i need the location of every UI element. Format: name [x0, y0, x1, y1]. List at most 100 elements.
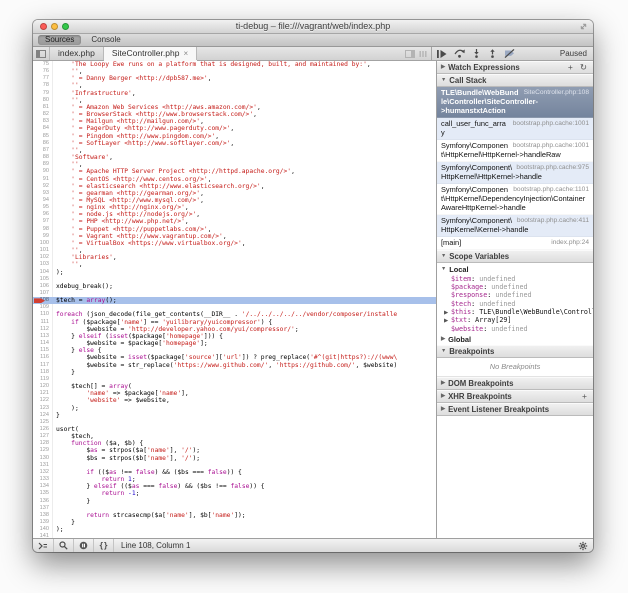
- code-line-103[interactable]: 103 '',: [33, 261, 436, 268]
- line-number-gutter[interactable]: 117: [33, 362, 53, 369]
- code-line-91[interactable]: 91 ' = CentOS <http://www.centos.org/>',: [33, 176, 436, 183]
- code-line-124[interactable]: 124}: [33, 412, 436, 419]
- code-line-88[interactable]: 88 'Software',: [33, 154, 436, 161]
- code-line-76[interactable]: 76 '',: [33, 68, 436, 75]
- step-into-button[interactable]: [472, 49, 481, 58]
- code-line-92[interactable]: 92 ' = elasticsearch <http://www.elastic…: [33, 183, 436, 190]
- code-line-109[interactable]: 109: [33, 304, 436, 311]
- window-resize-icon[interactable]: [579, 22, 588, 31]
- code-line-136[interactable]: 136 }: [33, 498, 436, 505]
- line-number-gutter[interactable]: 126: [33, 426, 53, 433]
- code-line-118[interactable]: 118 }: [33, 369, 436, 376]
- line-number-gutter[interactable]: 85: [33, 133, 53, 140]
- line-number-gutter[interactable]: 94: [33, 197, 53, 204]
- add-watch-button[interactable]: +: [566, 63, 575, 72]
- line-number-gutter[interactable]: 102: [33, 254, 53, 261]
- line-number-gutter[interactable]: 131: [33, 462, 53, 469]
- source-editor[interactable]: 75 'The Loopy Ewe runs on a platform tha…: [33, 61, 437, 538]
- close-button[interactable]: [40, 23, 47, 30]
- line-number-gutter[interactable]: 135: [33, 490, 53, 497]
- line-number-gutter[interactable]: 128: [33, 440, 53, 447]
- step-out-button[interactable]: [488, 49, 497, 58]
- file-tab-sitecontroller[interactable]: SiteController.php×: [104, 47, 197, 60]
- code-line-141[interactable]: 141: [33, 533, 436, 538]
- call-stack-header[interactable]: ▼ Call Stack: [437, 74, 593, 87]
- code-line-111[interactable]: 111 if ($package['name'] == 'yuilibrary/…: [33, 319, 436, 326]
- code-line-130[interactable]: 130 $bs = strpos($b['name'], '/');: [33, 455, 436, 462]
- code-line-99[interactable]: 99 ' = Vagrant <http://www.vagrantup.com…: [33, 233, 436, 240]
- line-number-gutter[interactable]: 97: [33, 218, 53, 225]
- call-stack-frame[interactable]: bootstrap.php.cache:1101Symfony\Componen…: [437, 184, 593, 215]
- code-line-77[interactable]: 77 ' = Danny Berger <http://dpb587.me>',: [33, 75, 436, 82]
- call-stack-frame[interactable]: index.php:24[main]: [437, 237, 593, 250]
- console-toggle-icon[interactable]: [33, 539, 54, 552]
- line-number-gutter[interactable]: 90: [33, 168, 53, 175]
- window-titlebar[interactable]: ti-debug – file:///vagrant/web/index.php: [33, 20, 593, 34]
- code-line-123[interactable]: 123 );: [33, 405, 436, 412]
- line-number-gutter[interactable]: 129: [33, 447, 53, 454]
- chevron-right-icon[interactable]: ▶: [444, 317, 451, 324]
- refresh-watch-button[interactable]: ↻: [578, 63, 589, 72]
- line-number-gutter[interactable]: 136: [33, 498, 53, 505]
- code-line-105[interactable]: 105: [33, 276, 436, 283]
- code-line-94[interactable]: 94 ' = MySQL <http://www.mysql.com/>',: [33, 197, 436, 204]
- deactivate-breakpoints-button[interactable]: [504, 49, 515, 58]
- line-number-gutter[interactable]: 88: [33, 154, 53, 161]
- code-line-115[interactable]: 115 } else {: [33, 347, 436, 354]
- code-line-140[interactable]: 140);: [33, 526, 436, 533]
- call-stack-frame[interactable]: bootstrap.php.cache:975Symfony\Component…: [437, 162, 593, 184]
- code-line-110[interactable]: 110foreach (json_decode(file_get_content…: [33, 311, 436, 318]
- navigator-toggle-icon[interactable]: [33, 47, 50, 60]
- call-stack-frame[interactable]: bootstrap.php.cache:411Symfony\Component…: [437, 215, 593, 237]
- scope-global-group[interactable]: ▶ Global: [437, 333, 593, 345]
- line-number-gutter[interactable]: 125: [33, 419, 53, 426]
- tab-sources[interactable]: Sources: [38, 35, 81, 45]
- code-line-120[interactable]: 120 $tech[] = array(: [33, 383, 436, 390]
- code-line-119[interactable]: 119: [33, 376, 436, 383]
- code-line-137[interactable]: 137: [33, 505, 436, 512]
- code-line-112[interactable]: 112 $website = 'http://developer.yahoo.c…: [33, 326, 436, 333]
- step-over-button[interactable]: [454, 49, 465, 58]
- watch-expressions-header[interactable]: ▶ Watch Expressions + ↻: [437, 61, 593, 74]
- line-number-gutter[interactable]: 122: [33, 397, 53, 404]
- line-number-gutter[interactable]: 130: [33, 455, 53, 462]
- code-line-96[interactable]: 96 ' = node.js <http://nodejs.org/>',: [33, 211, 436, 218]
- line-number-gutter[interactable]: 141: [33, 533, 53, 538]
- code-line-108[interactable]: 108$tech = array();: [33, 297, 436, 304]
- code-line-98[interactable]: 98 ' = Puppet <http://puppetlabs.com/>',: [33, 226, 436, 233]
- chevron-right-icon[interactable]: ▶: [444, 309, 451, 316]
- code-line-138[interactable]: 138 return strcasecmp($a['name'], $b['na…: [33, 512, 436, 519]
- code-line-86[interactable]: 86 ' = SoftLayer <http://www.softlayer.c…: [33, 140, 436, 147]
- scope-local-group[interactable]: ▼ Local: [437, 263, 593, 275]
- code-line-122[interactable]: 122 'website' => $website,: [33, 397, 436, 404]
- code-line-128[interactable]: 128 function ($a, $b) {: [33, 440, 436, 447]
- line-number-gutter[interactable]: 139: [33, 519, 53, 526]
- code-line-84[interactable]: 84 ' = PagerDuty <http://www.pagerduty.c…: [33, 125, 436, 132]
- variable-row[interactable]: ▶$txt: Array[29]: [437, 316, 593, 324]
- line-number-gutter[interactable]: 133: [33, 476, 53, 483]
- line-number-gutter[interactable]: 87: [33, 147, 53, 154]
- code-line-121[interactable]: 121 'name' => $package['name'],: [33, 390, 436, 397]
- line-number-gutter[interactable]: 92: [33, 183, 53, 190]
- gear-icon[interactable]: [578, 541, 593, 551]
- code-line-81[interactable]: 81 ' = Amazon Web Services <http://aws.a…: [33, 104, 436, 111]
- line-number-gutter[interactable]: 140: [33, 526, 53, 533]
- search-icon[interactable]: [54, 539, 74, 552]
- line-number-gutter[interactable]: 123: [33, 405, 53, 412]
- line-number-gutter[interactable]: 121: [33, 390, 53, 397]
- code-line-139[interactable]: 139 }: [33, 519, 436, 526]
- scope-variables-header[interactable]: ▼ Scope Variables: [437, 250, 593, 263]
- line-number-gutter[interactable]: 134: [33, 483, 53, 490]
- line-number-gutter[interactable]: 77: [33, 75, 53, 82]
- code-line-125[interactable]: 125: [33, 419, 436, 426]
- line-number-gutter[interactable]: 95: [33, 204, 53, 211]
- pause-on-exceptions-icon[interactable]: [74, 539, 94, 552]
- split-editor-icon[interactable]: [405, 50, 415, 58]
- tab-console[interactable]: Console: [84, 35, 127, 45]
- code-line-129[interactable]: 129 $as = strpos($a['name'], '/');: [33, 447, 436, 454]
- code-line-104[interactable]: 104);: [33, 269, 436, 276]
- code-line-113[interactable]: 113 } elseif (isset($package['homepage']…: [33, 333, 436, 340]
- line-number-gutter[interactable]: 110: [33, 311, 53, 318]
- code-line-116[interactable]: 116 $website = isset($package['source'][…: [33, 354, 436, 361]
- code-line-85[interactable]: 85 ' = Pingdom <http://www.pingdom.com/>…: [33, 133, 436, 140]
